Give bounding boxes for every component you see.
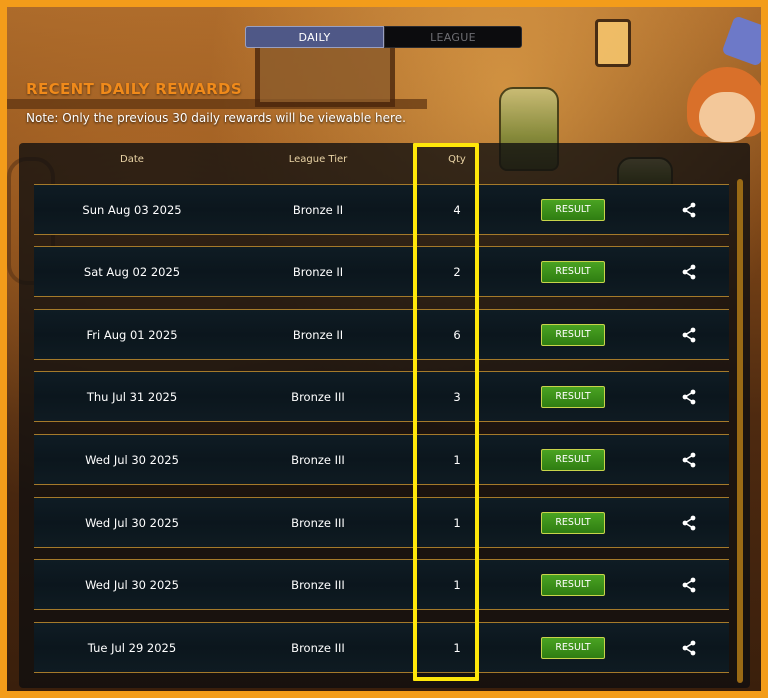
column-header-league-tier: League Tier: [288, 154, 348, 165]
tab-daily[interactable]: DAILY: [245, 26, 384, 48]
share-icon[interactable]: [681, 327, 697, 343]
result-button[interactable]: RESULT: [541, 385, 605, 408]
table-row: Sat Aug 02 2025 Bronze II 2 RESULT: [34, 246, 729, 297]
row-league-tier: Bronze II: [292, 264, 344, 279]
tab-league[interactable]: LEAGUE: [384, 26, 522, 48]
share-icon[interactable]: [681, 515, 697, 531]
row-league-tier: Bronze II: [292, 327, 344, 342]
share-icon[interactable]: [681, 389, 697, 405]
row-date: Wed Jul 30 2025: [85, 452, 179, 467]
row-league-tier: Bronze II: [292, 202, 344, 217]
row-league-tier: Bronze III: [291, 640, 345, 655]
result-button[interactable]: RESULT: [541, 260, 605, 283]
share-icon[interactable]: [681, 264, 697, 280]
character-bow: [721, 15, 761, 67]
row-date: Sun Aug 03 2025: [82, 202, 182, 217]
background-lantern: [595, 19, 631, 67]
result-button[interactable]: RESULT: [541, 198, 605, 221]
rewards-table: Date League Tier Qty Sun Aug 03 2025 Bro…: [19, 143, 750, 688]
row-league-tier: Bronze III: [291, 515, 345, 530]
row-league-tier: Bronze III: [291, 389, 345, 404]
character-face: [699, 92, 755, 142]
share-icon[interactable]: [681, 452, 697, 468]
table-row: Fri Aug 01 2025 Bronze II 6 RESULT: [34, 309, 729, 360]
qty-column-highlight: [413, 143, 479, 681]
note-text: Note: Only the previous 30 daily rewards…: [26, 111, 406, 125]
scrollbar[interactable]: [737, 179, 743, 683]
result-button[interactable]: RESULT: [541, 448, 605, 471]
result-button[interactable]: RESULT: [541, 573, 605, 596]
table-row: Wed Jul 30 2025 Bronze III 1 RESULT: [34, 497, 729, 548]
table-row: Tue Jul 29 2025 Bronze III 1 RESULT: [34, 622, 729, 673]
page-title: RECENT DAILY REWARDS: [26, 80, 243, 98]
background-scene: DAILY LEAGUE RECENT DAILY REWARDS Note: …: [7, 7, 761, 691]
column-header-date: Date: [120, 154, 144, 165]
row-date: Tue Jul 29 2025: [87, 640, 177, 655]
table-header: Date League Tier Qty: [19, 143, 719, 178]
table-row: Sun Aug 03 2025 Bronze II 4 RESULT: [34, 184, 729, 235]
table-row: Thu Jul 31 2025 Bronze III 3 RESULT: [34, 371, 729, 422]
result-button[interactable]: RESULT: [541, 511, 605, 534]
table-row: Wed Jul 30 2025 Bronze III 1 RESULT: [34, 434, 729, 485]
row-date: Sat Aug 02 2025: [83, 264, 181, 279]
result-button[interactable]: RESULT: [541, 636, 605, 659]
row-date: Wed Jul 30 2025: [85, 577, 179, 592]
row-league-tier: Bronze III: [291, 452, 345, 467]
row-league-tier: Bronze III: [291, 577, 345, 592]
row-date: Fri Aug 01 2025: [86, 327, 178, 342]
row-date: Thu Jul 31 2025: [86, 389, 178, 404]
row-date: Wed Jul 30 2025: [85, 515, 179, 530]
table-row: Wed Jul 30 2025 Bronze III 1 RESULT: [34, 559, 729, 610]
share-icon[interactable]: [681, 202, 697, 218]
share-icon[interactable]: [681, 577, 697, 593]
tab-bar: DAILY LEAGUE: [245, 26, 522, 48]
share-icon[interactable]: [681, 640, 697, 656]
result-button[interactable]: RESULT: [541, 323, 605, 346]
